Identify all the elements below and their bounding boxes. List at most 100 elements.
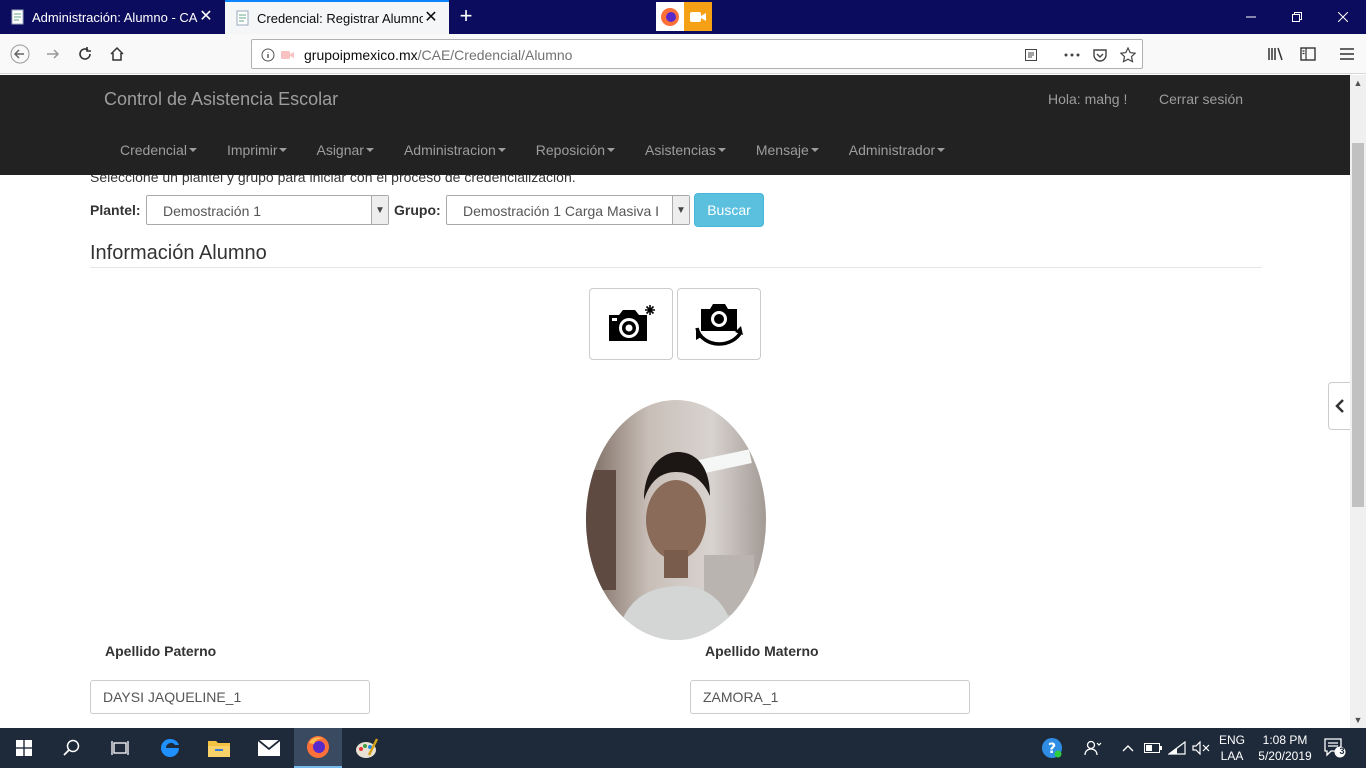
sidebar-icon (1300, 47, 1316, 61)
browser-tabstrip: Administración: Alumno - CAE ✕ Credencia… (0, 0, 1366, 34)
forward-button[interactable] (39, 40, 67, 68)
take-photo-button[interactable] (589, 288, 673, 360)
search-button[interactable] (48, 728, 96, 768)
folder-icon (208, 741, 230, 757)
new-tab-button[interactable]: + (454, 5, 478, 29)
page-icon (11, 9, 24, 25)
bookmark-star-icon[interactable] (1119, 46, 1137, 64)
user-greeting[interactable]: Hola: mahg ! (1048, 91, 1127, 107)
brand-title[interactable]: Control de Asistencia Escolar (104, 89, 338, 110)
tab-title: Credencial: Registrar Alumno (257, 10, 423, 26)
pocket-icon[interactable] (1091, 46, 1109, 64)
student-photo (586, 400, 766, 640)
scroll-down-icon[interactable]: ▼ (1350, 712, 1366, 728)
menu-button[interactable] (1333, 40, 1361, 68)
reload-button[interactable] (71, 40, 99, 68)
caret-down-icon (497, 148, 506, 152)
caret-down-icon (937, 148, 946, 152)
battery-tray-icon[interactable] (1142, 728, 1164, 768)
search-button[interactable]: Buscar (694, 193, 764, 227)
firefox-icon (656, 2, 684, 31)
chevron-up-icon (1122, 745, 1134, 752)
sidebar-button[interactable] (1294, 40, 1322, 68)
apellido-paterno-input[interactable]: DAYSI JAQUELINE_1 (90, 680, 370, 714)
url-text: grupoipmexico.mx/CAE/Credencial/Alumno (304, 47, 573, 63)
taskbar-firefox[interactable] (294, 728, 342, 768)
taskbar-mail[interactable] (245, 728, 293, 768)
grupo-select[interactable]: Demostración 1 Carga Masiva I ▼ (446, 195, 690, 225)
url-bar[interactable]: grupoipmexico.mx/CAE/Credencial/Alumno (251, 39, 1143, 69)
task-view-button[interactable] (96, 728, 144, 768)
close-window-button[interactable] (1320, 0, 1366, 34)
help-tray-icon[interactable]: ? (1038, 728, 1066, 768)
section-title: Información Alumno (90, 242, 267, 264)
menu-administrador[interactable]: Administrador (849, 140, 946, 160)
arrow-right-icon (47, 49, 60, 59)
logout-link[interactable]: Cerrar sesión (1159, 91, 1243, 107)
menu-asistencias[interactable]: Asistencias (645, 140, 726, 160)
task-view-icon (111, 741, 129, 755)
menu-asignar[interactable]: Asignar (316, 140, 374, 160)
taskbar-paint[interactable] (343, 728, 391, 768)
switch-camera-button[interactable] (677, 288, 761, 360)
screen: Administración: Alumno - CAE ✕ Credencia… (0, 0, 1366, 768)
people-icon (1084, 740, 1102, 756)
chevron-down-icon: ▼ (672, 196, 689, 224)
app-navbar: Control de Asistencia Escolar Hola: mahg… (0, 75, 1350, 175)
menu-mensaje[interactable]: Mensaje (756, 140, 819, 160)
scroll-thumb[interactable] (1352, 143, 1364, 507)
notification-count: 3 (1339, 746, 1345, 756)
caret-down-icon (279, 148, 288, 152)
page-icon (236, 10, 249, 26)
caret-down-icon (607, 148, 616, 152)
reload-icon (79, 47, 91, 60)
menu-imprimir[interactable]: Imprimir (227, 140, 288, 160)
show-hidden-icons[interactable] (1118, 728, 1138, 768)
tab-credencial-registrar[interactable]: Credencial: Registrar Alumno ✕ (225, 0, 449, 34)
grupo-value: Demostración 1 Carga Masiva I (463, 203, 660, 219)
people-tray-icon[interactable] (1080, 728, 1106, 768)
tab-administracion-alumno[interactable]: Administración: Alumno - CAE ✕ (0, 0, 224, 34)
camera-permission-icon[interactable] (279, 46, 297, 64)
language-code: ENG (1218, 733, 1245, 747)
restore-button[interactable] (1274, 0, 1320, 34)
home-button[interactable] (103, 40, 131, 68)
media-sharing-indicator[interactable] (656, 2, 712, 31)
start-button[interactable] (0, 728, 48, 768)
paint-icon (356, 738, 379, 758)
chevron-left-icon (1334, 399, 1344, 413)
clock[interactable]: 1:08 PM 5/20/2019 (1254, 732, 1316, 764)
plantel-label: Plantel: (90, 202, 141, 218)
action-center-button[interactable]: 3 (1320, 728, 1350, 768)
taskbar-edge[interactable] (146, 728, 194, 768)
apellido-paterno-label: Apellido Paterno (105, 643, 217, 659)
page-scrollbar[interactable]: ▲ ▼ (1350, 75, 1366, 728)
taskbar-file-explorer[interactable] (195, 728, 243, 768)
caret-down-icon (810, 148, 819, 152)
apellido-materno-input[interactable]: ZAMORA_1 (690, 680, 970, 714)
scroll-up-icon[interactable]: ▲ (1350, 75, 1366, 91)
battery-icon (1144, 743, 1162, 753)
search-icon (63, 739, 80, 756)
back-button[interactable] (6, 40, 34, 68)
menu-reposicion[interactable]: Reposición (536, 140, 616, 160)
sidebar-toggle[interactable] (1328, 382, 1350, 430)
more-actions-icon[interactable] (1063, 46, 1081, 64)
close-icon[interactable]: ✕ (198, 9, 214, 25)
close-icon[interactable]: ✕ (423, 10, 439, 26)
input-language[interactable]: ENG LAA (1218, 732, 1246, 764)
plantel-select[interactable]: Demostración 1 ▼ (146, 195, 389, 225)
chevron-down-icon: ▼ (371, 196, 388, 224)
menu-administracion[interactable]: Administracion (404, 140, 506, 160)
wifi-tray-icon[interactable] (1166, 728, 1188, 768)
info-icon[interactable] (259, 46, 277, 64)
reader-view-icon[interactable] (1022, 46, 1040, 64)
menu-credencial[interactable]: Credencial (120, 140, 197, 160)
library-button[interactable] (1262, 40, 1290, 68)
help-icon: ? (1042, 738, 1062, 758)
home-icon (110, 46, 124, 61)
firefox-icon (307, 736, 329, 758)
volume-tray-icon[interactable] (1190, 728, 1212, 768)
minimize-button[interactable] (1228, 0, 1274, 34)
tab-title: Administración: Alumno - CAE (32, 9, 198, 25)
